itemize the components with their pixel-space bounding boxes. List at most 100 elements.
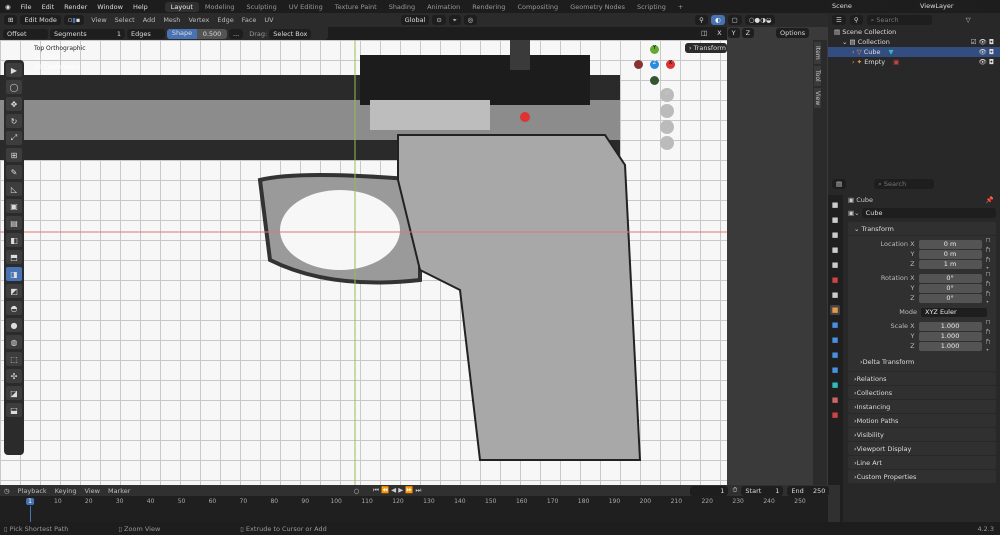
header-menu-select[interactable]: Select — [111, 16, 139, 24]
options-dropdown[interactable]: Options — [776, 28, 810, 38]
snap-toggle[interactable]: ⌖ — [448, 15, 461, 25]
rotation-mode-dropdown[interactable]: XYZ Euler — [921, 307, 987, 317]
stopwatch-icon[interactable]: ⏱ — [732, 486, 737, 495]
scene-icon[interactable]: ■ — [830, 260, 840, 270]
header-menu-uv[interactable]: UV — [260, 16, 277, 24]
edges-dropdown[interactable]: Edges — [127, 28, 165, 39]
blender-logo-icon[interactable]: ◉ — [0, 3, 16, 11]
tool-4-icon[interactable]: ⤢ — [6, 131, 22, 145]
workspace-tab--[interactable]: + — [672, 2, 689, 12]
section-relations[interactable]: › Relations — [848, 372, 996, 385]
outliner-search[interactable]: ⌕ Search — [866, 15, 932, 25]
funnel-icon[interactable]: ▽ — [966, 16, 971, 24]
texture-icon[interactable]: ■ — [830, 410, 840, 420]
mirror-x[interactable]: X — [713, 28, 726, 38]
timeline-menu-keying[interactable]: Keying — [51, 487, 81, 495]
shape-slider[interactable]: Shape 0.500 — [167, 28, 227, 39]
section-custom-properties[interactable]: › Custom Properties — [848, 470, 996, 483]
section-line-art[interactable]: › Line Art — [848, 456, 996, 469]
tool-17-icon[interactable]: ⬚ — [6, 352, 22, 366]
gizmo-neg-x[interactable] — [634, 60, 643, 69]
workspace-tab-geometry-nodes[interactable]: Geometry Nodes — [564, 2, 631, 12]
editor-type-button[interactable]: ▤ — [832, 179, 847, 189]
particles-icon[interactable]: ■ — [830, 335, 840, 345]
filter-dropdown[interactable]: ⚲ — [849, 15, 863, 25]
header-menu-edge[interactable]: Edge — [213, 16, 237, 24]
tool-5-icon[interactable]: ⊞ — [6, 148, 22, 162]
workspace-tab-rendering[interactable]: Rendering — [466, 2, 511, 12]
tool-19-icon[interactable]: ◪ — [6, 386, 22, 400]
section-viewport-display[interactable]: › Viewport Display — [848, 442, 996, 455]
tool-20-icon[interactable]: ⬓ — [6, 403, 22, 417]
material-icon[interactable]: ■ — [830, 395, 840, 405]
gizmo-z-axis[interactable]: Z — [650, 60, 659, 69]
tool-18-icon[interactable]: ✣ — [6, 369, 22, 383]
workspace-tab-layout[interactable]: Layout — [164, 1, 199, 12]
transform-panel-tab[interactable]: › Transform — [685, 43, 727, 53]
3d-viewport[interactable]: Top Orthographic (1) Cube 10 Centimeters… — [0, 40, 727, 485]
tab-view[interactable]: View — [814, 88, 821, 108]
scale-z-lock-icon[interactable]: ⊓ • — [986, 338, 996, 354]
location-z-field[interactable]: 1 m — [918, 259, 982, 269]
delta-transform-header[interactable]: › Delta Transform — [854, 355, 996, 368]
orientation-dropdown[interactable]: Global — [400, 15, 430, 25]
mirror-icon[interactable]: ◫ — [697, 28, 712, 38]
collection-item[interactable]: ⌄ ▤ Collection ☑ 👁 ◘ — [828, 37, 1000, 47]
tool-9-icon[interactable]: ▤ — [6, 216, 22, 230]
tool-7-icon[interactable]: ◺ — [6, 182, 22, 196]
select-mode-buttons[interactable]: ▫ ▮ ▪ — [63, 15, 85, 25]
timeline-menu-view[interactable]: View — [81, 487, 104, 495]
editor-type-button[interactable]: ◷ — [4, 487, 10, 495]
rotation-x-field[interactable]: 0° — [918, 273, 982, 283]
render-icon[interactable]: ■ — [830, 215, 840, 225]
workspace-tab-animation[interactable]: Animation — [421, 2, 466, 12]
tab-tool[interactable]: Tool — [814, 66, 821, 86]
workspace-tab-scripting[interactable]: Scripting — [631, 2, 672, 12]
header-menu-vertex[interactable]: Vertex — [184, 16, 213, 24]
gizmo-x-axis[interactable]: X — [666, 60, 675, 69]
modifier-icon[interactable]: ■ — [830, 320, 840, 330]
menu-window[interactable]: Window — [92, 3, 128, 11]
tool-12-icon[interactable]: ◨ — [6, 267, 22, 281]
workspace-tab-compositing[interactable]: Compositing — [511, 2, 564, 12]
tool-11-icon[interactable]: ⬒ — [6, 250, 22, 264]
gizmo-neg-y[interactable] — [650, 76, 659, 85]
location-y-field[interactable]: 0 m — [918, 249, 982, 259]
camera-view-icon[interactable] — [660, 120, 674, 134]
world-icon[interactable]: ■ — [830, 275, 840, 285]
object-icon[interactable]: ■ — [830, 305, 840, 315]
tool-15-icon[interactable]: ● — [6, 318, 22, 332]
transform-section-header[interactable]: ⌄ Transform — [848, 222, 996, 235]
properties-search[interactable]: ⌕ Search — [874, 179, 935, 189]
workspace-tab-sculpting[interactable]: Sculpting — [240, 2, 282, 12]
tool-icon[interactable]: ■ — [830, 200, 840, 210]
tool-6-icon[interactable]: ✎ — [6, 165, 22, 179]
gizmo-toggle[interactable]: ⚲ — [695, 15, 708, 25]
constraints-icon[interactable]: ■ — [830, 365, 840, 375]
timeline-menu-marker[interactable]: Marker — [104, 487, 134, 495]
editor-type-button[interactable]: ⊞ — [4, 15, 18, 25]
rotation-z-field[interactable]: 0° — [918, 293, 982, 303]
section-instancing[interactable]: › Instancing — [848, 400, 996, 413]
auto-key-toggle[interactable]: ○ — [353, 487, 359, 495]
ortho-grid-icon[interactable] — [660, 136, 674, 150]
tool-2-icon[interactable]: ✥ — [6, 97, 22, 111]
timeline-menu-playback[interactable]: Playback — [14, 487, 51, 495]
tab-item[interactable]: Item — [814, 42, 821, 64]
offset-dropdown[interactable]: Offset — [3, 28, 48, 39]
mode-dropdown[interactable]: Edit Mode — [20, 15, 61, 25]
section-motion-paths[interactable]: › Motion Paths — [848, 414, 996, 427]
visibility-icons[interactable]: 👁 ◘ — [979, 58, 1000, 66]
physics-icon[interactable]: ■ — [830, 350, 840, 360]
tool-0-icon[interactable]: ▶ — [6, 63, 22, 77]
tool-13-icon[interactable]: ◩ — [6, 284, 22, 298]
section-visibility[interactable]: › Visibility — [848, 428, 996, 441]
playhead[interactable] — [30, 506, 31, 522]
workspace-tab-shading[interactable]: Shading — [383, 2, 421, 12]
current-frame-field[interactable]: 1 — [690, 485, 729, 496]
gizmo-y-axis[interactable]: Y — [650, 45, 659, 54]
header-menu-mesh[interactable]: Mesh — [159, 16, 184, 24]
section-collections[interactable]: › Collections — [848, 386, 996, 399]
workspace-tab-uv-editing[interactable]: UV Editing — [283, 2, 329, 12]
overlay-toggle[interactable]: ◐ — [710, 15, 725, 25]
